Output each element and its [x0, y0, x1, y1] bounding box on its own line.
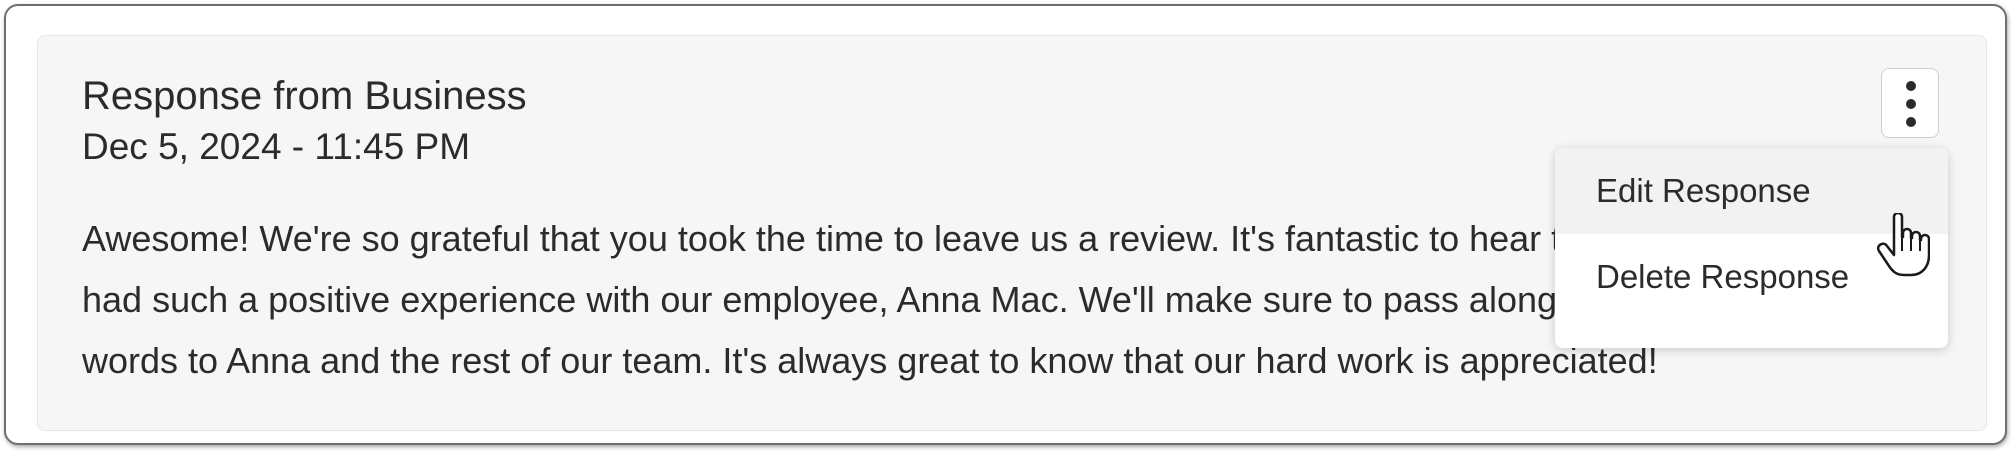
more-vertical-icon	[1906, 81, 1916, 91]
response-title: Response from Business	[82, 74, 527, 118]
hand-pointer-icon	[1876, 213, 1930, 277]
business-response-card: Response from Business Dec 5, 2024 - 11:…	[37, 35, 1987, 431]
window-frame: Response from Business Dec 5, 2024 - 11:…	[4, 4, 2007, 445]
more-options-button[interactable]	[1881, 68, 1939, 138]
response-timestamp: Dec 5, 2024 - 11:45 PM	[82, 126, 471, 167]
